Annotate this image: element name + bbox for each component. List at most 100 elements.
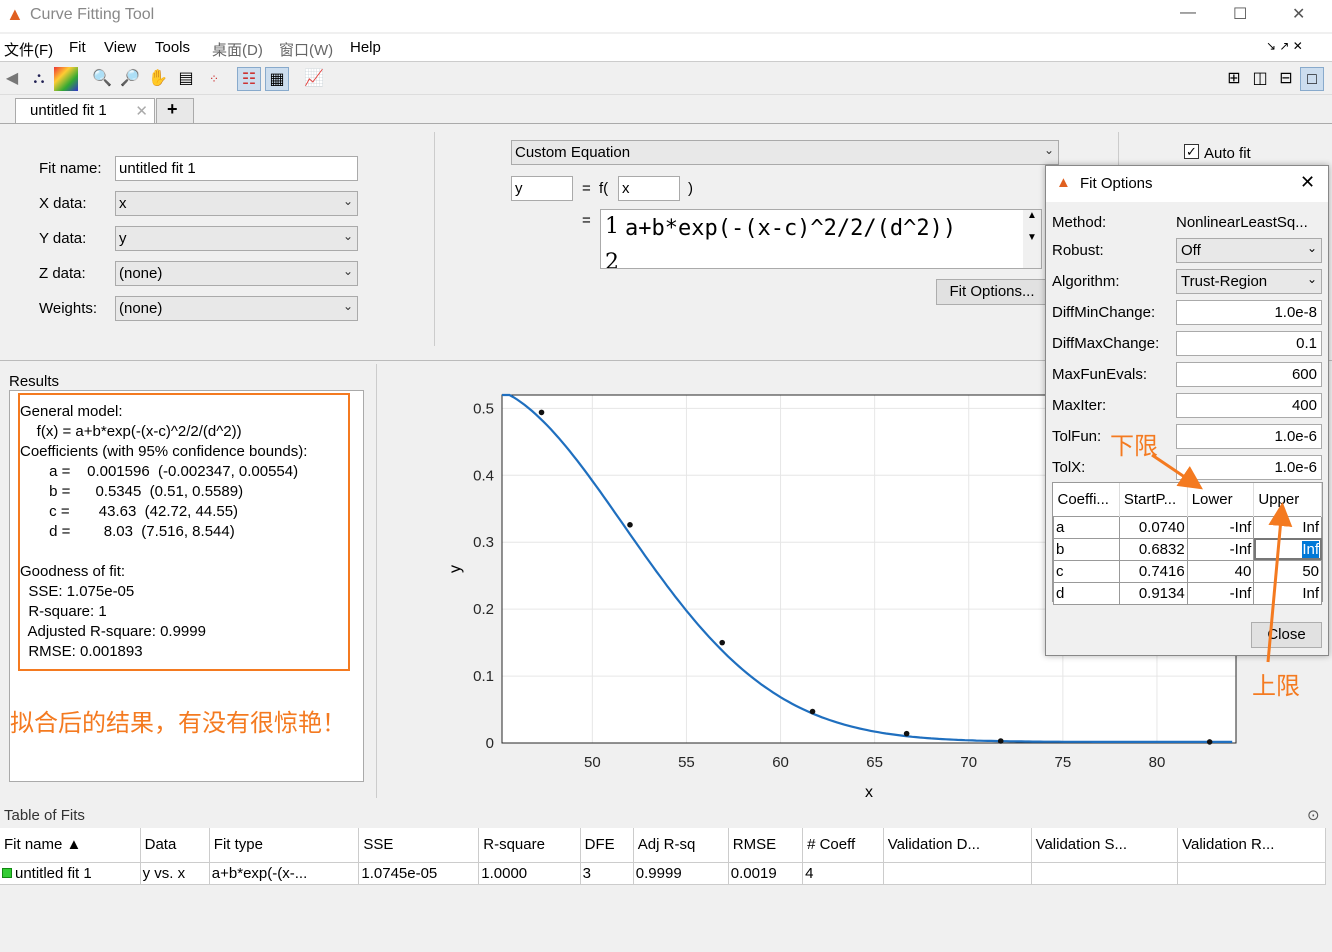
- cell-value: 1.0000: [481, 864, 528, 882]
- axes-limits-icon[interactable]: 📈: [302, 67, 326, 91]
- column-header[interactable]: Data: [140, 828, 210, 863]
- option-label: Method:: [1052, 214, 1107, 231]
- menu-window[interactable]: 窗口(W): [279, 39, 333, 60]
- y-data-select[interactable]: y ⌄: [115, 226, 358, 251]
- x-tick-label: 70: [960, 754, 977, 771]
- option-value-algorithm[interactable]: Trust-Region ⌄: [1176, 269, 1322, 294]
- layout-2x2-icon[interactable]: ⊞: [1222, 67, 1246, 91]
- menu-file[interactable]: 文件(F): [4, 39, 53, 60]
- column-header[interactable]: DFE: [580, 828, 634, 863]
- zoom-out-icon[interactable]: 🔎: [118, 67, 142, 91]
- table-cell[interactable]: 0.6832: [1118, 537, 1188, 561]
- column-header[interactable]: Fit name ▲: [0, 828, 141, 863]
- close-dialog-icon[interactable]: ✕: [1300, 172, 1315, 193]
- tab-untitled-fit-1[interactable]: untitled fit 1 ✕: [15, 98, 155, 124]
- column-header[interactable]: # Coeff: [802, 828, 884, 863]
- option-value-maxiter[interactable]: 400: [1176, 393, 1322, 418]
- fit-name-input[interactable]: untitled fit 1: [115, 156, 358, 181]
- minimize-button[interactable]: —: [1180, 4, 1196, 22]
- results-panel: General model: f(x) = a+b*exp(-(x-c)^2/2…: [9, 390, 364, 782]
- menu-view[interactable]: View: [104, 39, 136, 56]
- column-header[interactable]: Validation S...: [1031, 828, 1179, 863]
- fit-options-button[interactable]: Fit Options...: [936, 279, 1048, 305]
- column-header[interactable]: Validation D...: [883, 828, 1032, 863]
- column-header[interactable]: R-square: [478, 828, 581, 863]
- f-label: f(: [599, 180, 609, 197]
- y-variable-input[interactable]: y: [511, 176, 573, 201]
- x-data-select[interactable]: x ⌄: [115, 191, 358, 216]
- table-cell[interactable]: 0.7416: [1118, 559, 1188, 583]
- equals-label-2: =: [582, 212, 591, 229]
- column-header[interactable]: Validation R...: [1177, 828, 1326, 863]
- exclude-outliers-icon[interactable]: ⁘: [202, 67, 226, 91]
- equation-editor[interactable]: 1 2 a+b*exp(-(x-c)^2/2/(d^2)) ▲ ▼: [600, 209, 1042, 269]
- column-header[interactable]: SSE: [358, 828, 480, 863]
- table-cell[interactable]: -Inf: [1186, 537, 1255, 561]
- column-header[interactable]: Lower: [1187, 483, 1255, 516]
- maximize-button[interactable]: ☐: [1233, 4, 1247, 24]
- new-tab-button[interactable]: +: [156, 98, 194, 124]
- layout-single-icon[interactable]: □: [1300, 67, 1324, 91]
- table-cell[interactable]: 0.9134: [1118, 581, 1188, 605]
- chevron-down-icon: ⌄: [1306, 241, 1317, 255]
- chevron-down-icon: ⌄: [1306, 272, 1317, 286]
- layout-columns-icon[interactable]: ◫: [1248, 67, 1272, 91]
- menu-desktop[interactable]: 桌面(D): [212, 39, 263, 60]
- lower-bound-annotation: 下限: [1110, 433, 1158, 460]
- table-cell[interactable]: -Inf: [1186, 515, 1255, 539]
- option-value-diffminchange[interactable]: 1.0e-8: [1176, 300, 1322, 325]
- column-header[interactable]: RMSE: [728, 828, 804, 863]
- table-cell[interactable]: c: [1053, 559, 1120, 583]
- menu-fit[interactable]: Fit: [69, 39, 86, 56]
- z-data-select[interactable]: (none) ⌄: [115, 261, 358, 286]
- fit-options-dialog: ▲ Fit Options ✕ Method: NonlinearLeastSq.…: [1045, 165, 1329, 656]
- pan-icon[interactable]: ✋: [146, 67, 170, 91]
- close-tab-icon[interactable]: ✕: [135, 102, 148, 120]
- back-icon[interactable]: ◀: [0, 67, 24, 91]
- table-cell[interactable]: Inf: [1253, 515, 1322, 539]
- menu-help[interactable]: Help: [350, 39, 381, 56]
- data-cursor-icon[interactable]: ▤: [174, 67, 198, 91]
- column-header[interactable]: Coeffi...: [1053, 483, 1120, 516]
- option-value-tolfun[interactable]: 1.0e-6: [1176, 424, 1322, 449]
- column-header[interactable]: Adj R-sq: [633, 828, 729, 863]
- table-cell[interactable]: 0.0740: [1118, 515, 1188, 539]
- legend-icon[interactable]: ☷: [237, 67, 261, 91]
- table-cell[interactable]: 40: [1186, 559, 1255, 583]
- collapse-icon[interactable]: ⊙: [1307, 806, 1320, 824]
- option-label: DiffMaxChange:: [1052, 335, 1160, 352]
- undock-icon[interactable]: ↘ ↗ ✕: [1266, 39, 1303, 53]
- option-value-diffmaxchange[interactable]: 0.1: [1176, 331, 1322, 356]
- table-cell[interactable]: Inf: [1253, 581, 1322, 605]
- table-cell[interactable]: 50: [1253, 559, 1322, 583]
- table-cell[interactable]: a: [1053, 515, 1120, 539]
- column-header[interactable]: Fit type: [209, 828, 360, 863]
- data-cursor-3d-icon[interactable]: ⛬: [27, 67, 51, 91]
- close-window-button[interactable]: ✕: [1292, 4, 1305, 24]
- x-tick-label: 55: [678, 754, 695, 771]
- data-point: [627, 522, 633, 528]
- table-cell[interactable]: -Inf: [1186, 581, 1255, 605]
- table-cell[interactable]: b: [1053, 537, 1120, 561]
- option-value-maxfunevals[interactable]: 600: [1176, 362, 1322, 387]
- column-header[interactable]: Upper: [1253, 483, 1322, 516]
- table-cell[interactable]: Inf: [1253, 537, 1322, 561]
- equation-scrollbar[interactable]: ▲ ▼: [1023, 210, 1041, 268]
- option-value-robust[interactable]: Off ⌄: [1176, 238, 1322, 263]
- weights-select[interactable]: (none) ⌄: [115, 296, 358, 321]
- table-row[interactable]: untitled fit 1 y vs. x a+b*exp(-(x-... 1.07…: [0, 862, 1326, 885]
- menu-tools[interactable]: Tools: [155, 39, 190, 56]
- colormap-icon[interactable]: [54, 67, 78, 91]
- table-cell[interactable]: d: [1053, 581, 1120, 605]
- fit-type-select[interactable]: Custom Equation ⌄: [511, 140, 1059, 165]
- x-variable-input[interactable]: x: [618, 176, 680, 201]
- column-header[interactable]: StartP...: [1119, 483, 1188, 516]
- auto-fit-checkbox[interactable]: ✓: [1184, 144, 1199, 159]
- cell-value: 0.0740: [1138, 518, 1185, 536]
- grid-icon[interactable]: ▦: [265, 67, 289, 91]
- option-label: TolFun:: [1052, 428, 1102, 445]
- layout-rows-icon[interactable]: ⊟: [1274, 67, 1298, 91]
- close-button[interactable]: Close: [1251, 622, 1322, 648]
- zoom-in-icon[interactable]: 🔍: [90, 67, 114, 91]
- option-value-tolx[interactable]: 1.0e-6: [1176, 455, 1322, 480]
